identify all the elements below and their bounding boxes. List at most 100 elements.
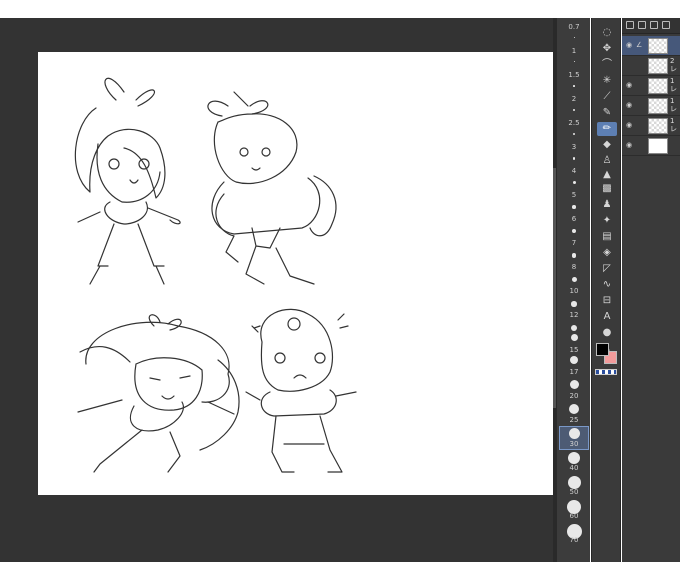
brush-size-50[interactable]: 50 [557,474,591,498]
eyedropper-icon[interactable]: ⟋ [597,90,617,104]
layer-thumbnail [648,98,668,114]
drawing-paper[interactable] [38,52,554,495]
brush-size-3[interactable]: 3 [557,142,591,166]
layer-name: 2 レ [670,57,677,73]
clip-studio-window: 0.7 1 1.5 2 2.5 3 4 5 6 7 8 10 12 15 17 20 25 30 40 50 60 70 … [0,0,680,562]
eye-icon[interactable]: ◉ [626,122,635,129]
brush-size-label: 60 [569,512,579,520]
brush-size-label: 0.7 [568,23,580,31]
sparkle-icon[interactable]: ✦ [597,214,617,228]
layer-row[interactable]: 2 レ [622,56,680,76]
stamp-icon[interactable]: ♟ [597,198,617,212]
layer-row[interactable]: ◉ [622,136,680,156]
brush-size-preview-dot [569,380,579,389]
brush-size-5[interactable]: 5 [557,190,591,214]
brush-size-6[interactable]: 6 [557,214,591,238]
curve-ruler-icon[interactable]: ∿ [597,278,617,292]
brush-size-8[interactable]: 8 [557,262,591,286]
eye-icon[interactable]: ◉ [626,42,635,49]
brush-size-2[interactable]: 2 [557,94,591,118]
transparent-color-swatch[interactable] [595,369,617,375]
brush-size-label: 7 [571,239,577,247]
layer-mask-icon[interactable] [650,21,658,29]
brush-size-1[interactable]: 1 [557,46,591,70]
brush-size-0-7[interactable]: 0.7 [557,22,591,46]
eraser-icon[interactable]: ◆ [597,138,617,152]
new-layer-icon[interactable] [626,21,634,29]
eye-icon[interactable]: ◉ [626,142,635,149]
pen-icon[interactable]: ✎ [597,106,617,120]
gradient-icon[interactable]: ▤ [597,230,617,244]
layer-toolbar [622,18,680,34]
move-tool-icon[interactable]: ✥ [597,42,617,56]
brush-size-label: 2.5 [568,119,580,127]
main-color-swatch[interactable] [596,343,609,356]
chibi-sketch-2 [207,91,337,285]
brush-size-preview-dot [571,325,577,331]
brush-size-label: 6 [571,215,577,223]
layer-row[interactable]: ◉ 1 レ [622,76,680,96]
brush-size-label: 20 [569,392,579,400]
brush-size-label: 5 [571,191,577,199]
brush-size-preview-dot [571,277,577,282]
decoration-icon[interactable]: ▩ [597,182,617,196]
brush-size-label: 17 [569,368,579,376]
chibi-sketch-1 [74,77,181,285]
sketch-artwork [74,77,357,473]
brush-size-2-5[interactable]: 2.5 [557,118,591,142]
eye-icon[interactable]: ◉ [626,102,635,109]
brush-size-label: 70 [569,536,579,544]
brush-size-25[interactable]: 25 [557,402,591,426]
delete-layer-icon[interactable] [662,21,670,29]
brush-size-30[interactable]: 30 [557,426,591,450]
brush-size-40[interactable]: 40 [557,450,591,474]
brush-size-preview-dot [572,205,576,209]
brush-size-1-5[interactable]: 1.5 [557,70,591,94]
brush-size-label: 10 [569,287,579,295]
balloon-icon[interactable]: ● [597,326,617,340]
brush-size-12[interactable]: 12 [557,310,591,334]
layer-row[interactable]: ◉ ∠ [622,36,680,56]
brush-size-preview-dot [571,301,577,307]
brush-size-preview-dot [572,229,576,233]
layer-palette: ◉ ∠ 2 レ ◉ 1 レ ◉ 1 レ ◉ 1 レ ◉ [622,18,680,562]
brush-size-preview-dot [573,109,575,111]
layer-thumbnail [648,38,668,54]
brush-size-70[interactable]: 70 [557,522,591,546]
brush-size-17[interactable]: 17 [557,354,591,378]
pencil-tool-icon[interactable]: ✏ [597,122,617,136]
brush-size-label: 3 [571,143,577,151]
brush-size-palette: 0.7 1 1.5 2 2.5 3 4 5 6 7 8 10 12 15 17 20 25 30 40 50 60 70 [556,18,590,562]
brush-size-preview-dot [573,85,575,87]
fill-bucket-icon[interactable]: ◈ [597,246,617,260]
magic-wand-icon[interactable]: ✳ [597,74,617,88]
brush-size-label: 30 [569,440,579,448]
brush-size-4[interactable]: 4 [557,166,591,190]
text-tool-icon[interactable]: A [597,310,617,324]
eye-hidden-icon[interactable] [626,62,635,68]
lasso-icon[interactable]: ⌒ [597,58,617,72]
figure-tool-icon[interactable]: ◸ [597,262,617,276]
new-folder-icon[interactable] [638,21,646,29]
brush-size-label: 15 [569,346,579,354]
brush-size-preview-dot [568,428,580,439]
layer-row[interactable]: ◉ 1 レ [622,96,680,116]
brush-size-20[interactable]: 20 [557,378,591,402]
layer-row[interactable]: ◉ 1 レ [622,116,680,136]
layer-thumbnail [648,78,668,94]
brush-size-label: 50 [569,488,579,496]
brush-size-10[interactable]: 10 [557,286,591,310]
layer-name: 1 レ [670,77,677,93]
eye-icon[interactable]: ◉ [626,82,635,89]
brush-size-label: 4 [571,167,577,175]
brush-size-60[interactable]: 60 [557,498,591,522]
canvas-area[interactable] [0,18,555,562]
brush-size-15[interactable]: 15 [557,332,591,356]
lasso-select-tool-icon[interactable]: ◌ [597,26,617,40]
brush-size-label: 40 [569,464,579,472]
frame-icon[interactable]: ⊟ [597,294,617,308]
brush-size-7[interactable]: 7 [557,238,591,262]
airbrush-icon[interactable]: ▲ [597,168,617,182]
brush-size-preview-dot [571,253,577,258]
blend-tool-icon[interactable]: ♙ [597,154,617,168]
